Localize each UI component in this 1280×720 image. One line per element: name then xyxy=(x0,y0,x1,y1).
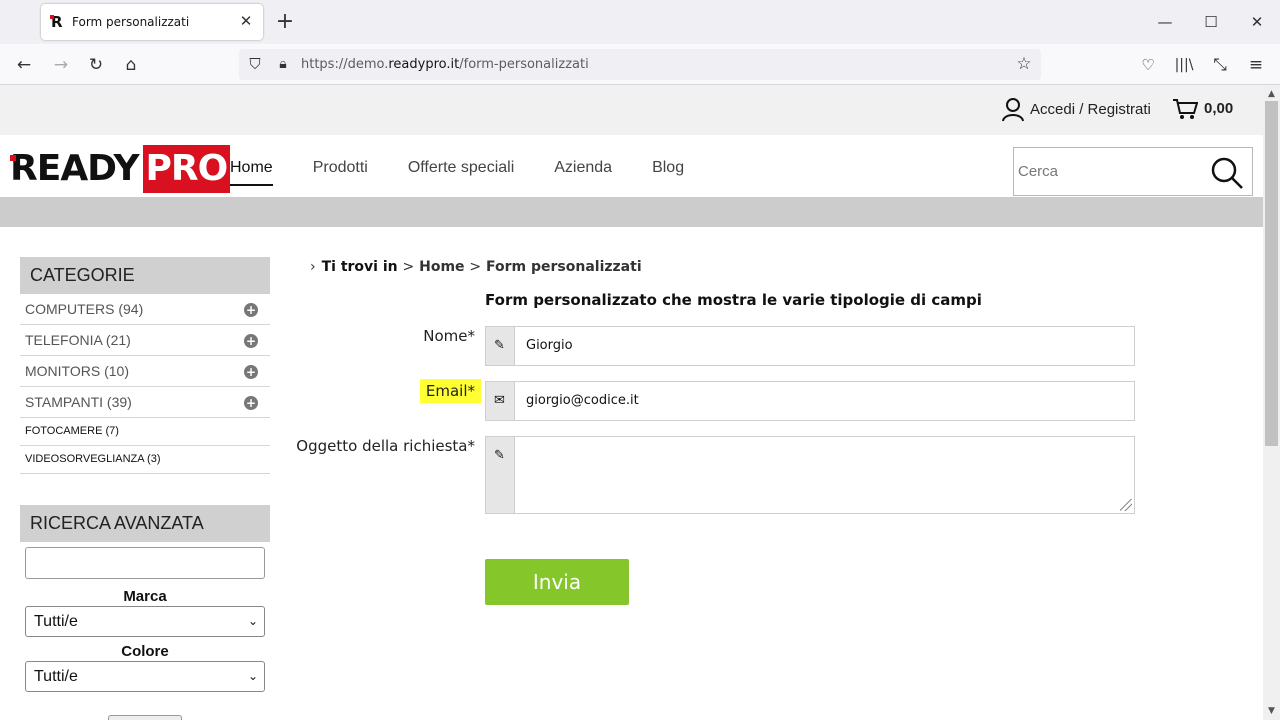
chevron-down-icon: ⌄ xyxy=(247,614,258,628)
close-window-icon[interactable]: ✕ xyxy=(1247,12,1267,32)
expand-plus-icon[interactable]: + xyxy=(244,365,258,379)
address-bar[interactable]: ⛉ 🔒︎ https://demo.readypro.it/form-perso… xyxy=(239,49,1041,80)
browser-tab[interactable]: R Form personalizzati ✕ xyxy=(41,4,263,40)
scroll-up-icon[interactable]: ▲ xyxy=(1263,87,1280,101)
menu-item-blog[interactable]: Blog xyxy=(652,157,684,186)
close-tab-icon[interactable]: ✕ xyxy=(238,13,254,29)
pencil-icon: ✎ xyxy=(494,448,505,463)
header-divider-band xyxy=(0,197,1263,227)
advanced-search-input[interactable] xyxy=(25,547,265,579)
tracking-shield-icon[interactable]: ⛉ xyxy=(243,52,267,76)
bookmark-star-icon[interactable]: ☆ xyxy=(1012,52,1036,76)
scroll-down-icon[interactable]: ▼ xyxy=(1263,704,1280,718)
lock-icon[interactable]: 🔒︎ xyxy=(271,52,295,76)
email-input-value[interactable]: giorgio@codice.it xyxy=(526,393,639,409)
brand-select[interactable]: Tutti/e ⌄ xyxy=(25,606,265,637)
search-submit-button[interactable] xyxy=(108,715,182,720)
user-icon xyxy=(1002,98,1024,122)
new-tab-icon[interactable]: + xyxy=(273,10,297,34)
main-menu: Home Prodotti Offerte speciali Azienda B… xyxy=(230,157,684,186)
scroll-thumb[interactable] xyxy=(1265,101,1278,446)
category-item-stampanti[interactable]: STAMPANTI (39) + xyxy=(20,387,270,418)
expand-plus-icon[interactable]: + xyxy=(244,334,258,348)
category-item-fotocamere[interactable]: FOTOCAMERE (7) xyxy=(20,418,270,446)
page-scrollbar[interactable]: ▲ ▼ xyxy=(1263,85,1280,720)
browser-tab-bar: R Form personalizzati ✕ + — ☐ ✕ xyxy=(0,0,1280,44)
form-title: Form personalizzato che mostra le varie … xyxy=(485,291,982,309)
url-text: https://demo.readypro.it/form-personaliz… xyxy=(301,57,589,72)
search-box[interactable]: Cerca xyxy=(1013,147,1253,196)
maximize-icon[interactable]: ☐ xyxy=(1201,12,1221,32)
category-list: COMPUTERS (94) + TELEFONIA (21) + MONITO… xyxy=(20,294,270,474)
email-label: Email* xyxy=(419,379,481,403)
expand-plus-icon[interactable]: + xyxy=(244,303,258,317)
pocket-icon[interactable]: ♡ xyxy=(1136,53,1160,77)
category-item-monitors[interactable]: MONITORS (10) + xyxy=(20,356,270,387)
brand-label: Marca xyxy=(123,588,167,605)
subject-label: Oggetto della richiesta* xyxy=(296,437,475,455)
email-field[interactable]: ✉ giorgio@codice.it xyxy=(485,381,1135,421)
name-field[interactable]: ✎ Giorgio xyxy=(485,326,1135,366)
advanced-search-title: RICERCA AVANZATA xyxy=(20,505,270,542)
site-header: READY PRO Home Prodotti Offerte speciali… xyxy=(0,135,1263,197)
category-item-videosorveglianza[interactable]: VIDEOSORVEGLIANZA (3) xyxy=(20,446,270,474)
menu-item-prodotti[interactable]: Prodotti xyxy=(313,157,368,186)
login-label: Accedi / Registrati xyxy=(1030,101,1151,118)
color-select[interactable]: Tutti/e ⌄ xyxy=(25,661,265,692)
reload-icon[interactable]: ↻ xyxy=(84,53,108,77)
app-menu-icon[interactable]: ≡ xyxy=(1244,53,1268,77)
name-input-value[interactable]: Giorgio xyxy=(526,338,573,354)
breadcrumb-current: Form personalizzati xyxy=(486,259,642,275)
submit-button[interactable]: Invia xyxy=(485,559,629,605)
category-item-telefonia[interactable]: TELEFONIA (21) + xyxy=(20,325,270,356)
chevron-down-icon: ⌄ xyxy=(247,669,258,683)
search-input[interactable]: Cerca xyxy=(1018,163,1058,181)
site-favicon-icon: R xyxy=(50,14,67,30)
name-label: Nome* xyxy=(423,327,475,345)
category-item-computers[interactable]: COMPUTERS (94) + xyxy=(20,294,270,325)
breadcrumb-home[interactable]: Home xyxy=(419,259,464,275)
menu-item-azienda[interactable]: Azienda xyxy=(554,157,612,186)
site-logo[interactable]: READY PRO xyxy=(10,145,231,193)
menu-item-home[interactable]: Home xyxy=(230,157,273,186)
forward-icon[interactable]: → xyxy=(49,53,73,77)
library-icon[interactable]: |||\ xyxy=(1172,53,1196,77)
back-icon[interactable]: ← xyxy=(12,53,36,77)
resize-grip-icon[interactable] xyxy=(1120,499,1132,511)
home-icon[interactable]: ⌂ xyxy=(119,53,143,77)
breadcrumb: › Ti trovi in > Home > Form personalizzat… xyxy=(310,259,642,275)
browser-nav-bar: ← → ↻ ⌂ ⛉ 🔒︎ https://demo.readypro.it/fo… xyxy=(0,44,1280,85)
expand-plus-icon[interactable]: + xyxy=(244,396,258,410)
cart-icon xyxy=(1173,99,1198,119)
account-bar: Accedi / Registrati 0,00 xyxy=(0,85,1263,135)
subject-textarea[interactable]: ✎ xyxy=(485,436,1135,514)
search-icon[interactable] xyxy=(1210,156,1244,190)
login-link[interactable]: Accedi / Registrati xyxy=(1002,98,1151,122)
page: Accedi / Registrati 0,00 READY PRO Home … xyxy=(0,85,1263,720)
menu-item-offerte[interactable]: Offerte speciali xyxy=(408,157,514,186)
extensions-icon[interactable]: ⤡ xyxy=(1208,53,1232,77)
envelope-icon: ✉ xyxy=(494,393,505,408)
color-label: Colore xyxy=(121,643,169,660)
cart-total: 0,00 xyxy=(1204,100,1234,117)
pencil-icon: ✎ xyxy=(494,338,505,353)
categories-title: CATEGORIE xyxy=(20,257,270,294)
minimize-icon[interactable]: — xyxy=(1155,12,1175,32)
tab-title: Form personalizzati xyxy=(72,15,190,29)
chevron-right-icon: › xyxy=(310,259,316,275)
cart-link[interactable]: 0,00 xyxy=(1172,98,1233,120)
